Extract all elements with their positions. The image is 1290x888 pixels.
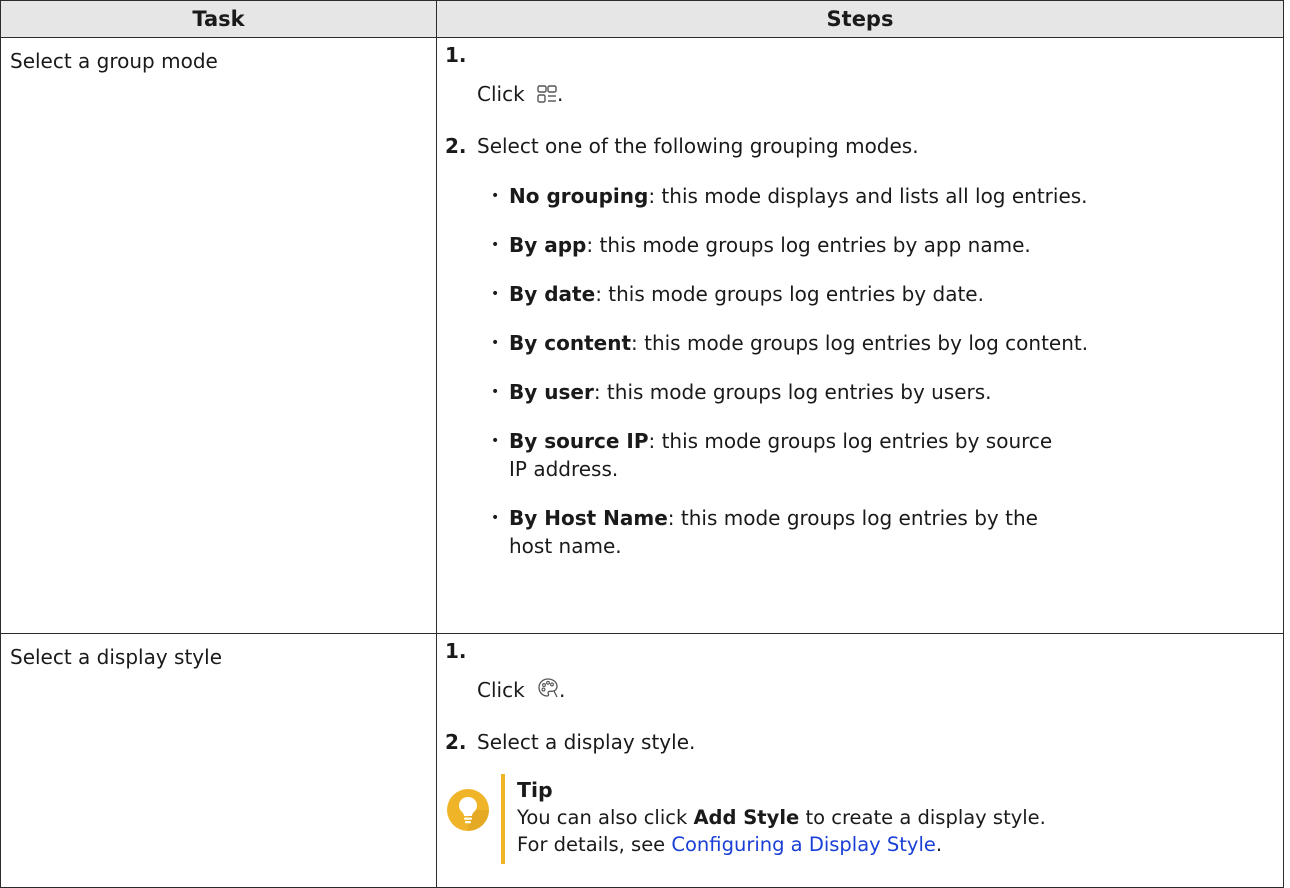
add-style-label: Add Style bbox=[693, 806, 800, 829]
task-cell: Select a group mode bbox=[0, 37, 437, 634]
task-steps-table: Task Steps Select a group mode 1. Click bbox=[0, 0, 1284, 888]
tip-text: . bbox=[935, 833, 943, 856]
tip-line-1: You can also click Add Style to create a… bbox=[517, 804, 1046, 831]
lightbulb-icon bbox=[446, 788, 490, 832]
step-2: 2. Select one of the following grouping … bbox=[437, 132, 1283, 160]
tip-line-2: For details, see Configuring a Display S… bbox=[517, 831, 1046, 858]
list-item: By user: this mode groups log entries by… bbox=[491, 378, 1283, 406]
mode-name: By Host Name bbox=[509, 505, 668, 530]
mode-description: : this mode groups log entries by app na… bbox=[586, 232, 1031, 257]
step-2: 2. Select a display style. bbox=[437, 728, 1283, 756]
step-text: Select a display style. bbox=[477, 730, 696, 754]
palette-icon bbox=[537, 677, 559, 706]
step-punctuation: . bbox=[559, 678, 566, 702]
task-label: Select a group mode bbox=[10, 49, 218, 73]
tip-text: You can also click bbox=[517, 806, 694, 829]
mode-description: : this mode groups log entries by log co… bbox=[631, 330, 1089, 355]
table-row: Select a display style 1. Click . 2. Sel… bbox=[0, 633, 1284, 888]
list-item: By source IP: this mode groups log entri… bbox=[491, 427, 1069, 483]
list-item: By app: this mode groups log entries by … bbox=[491, 231, 1283, 259]
mode-name: By user bbox=[509, 379, 594, 404]
list-item: By date: this mode groups log entries by… bbox=[491, 280, 1283, 308]
list-item: By content: this mode groups log entries… bbox=[491, 329, 1283, 357]
step-text: Select one of the following grouping mod… bbox=[477, 133, 919, 158]
column-header-task: Task bbox=[0, 0, 437, 38]
tip-text: For details, see bbox=[517, 833, 672, 856]
task-cell: Select a display style bbox=[0, 633, 437, 888]
tip-body: Tip You can also click Add Style to crea… bbox=[517, 777, 1046, 858]
mode-name: By date bbox=[509, 281, 596, 306]
steps-cell: 1. Click . bbox=[436, 37, 1284, 634]
group-mode-icon bbox=[537, 82, 557, 110]
task-label: Select a display style bbox=[10, 645, 223, 669]
tip-text: to create a display style. bbox=[799, 806, 1046, 829]
step-number: 2. bbox=[445, 730, 467, 754]
table-row: Select a group mode 1. Click . 2. Select… bbox=[0, 37, 1284, 634]
tip-title: Tip bbox=[517, 778, 553, 802]
table-header-row: Task Steps bbox=[0, 0, 1284, 38]
step-1: 1. Click . bbox=[437, 639, 1283, 706]
step-text: Click bbox=[477, 678, 525, 702]
tip-callout: Tip You can also click Add Style to crea… bbox=[437, 774, 1283, 864]
step-number: 1. bbox=[445, 43, 467, 67]
mode-description: : this mode groups log entries by date. bbox=[595, 281, 984, 306]
grouping-modes-list: No grouping: this mode displays and list… bbox=[437, 182, 1283, 560]
list-item: By Host Name: this mode groups log entri… bbox=[491, 504, 1069, 560]
list-item: No grouping: this mode displays and list… bbox=[491, 182, 1283, 210]
mode-description: : this mode groups log entries by users. bbox=[593, 379, 992, 404]
mode-name: By app bbox=[509, 232, 587, 257]
mode-description: : this mode displays and lists all log e… bbox=[648, 183, 1088, 208]
column-header-steps: Steps bbox=[436, 0, 1284, 38]
step-number: 1. bbox=[445, 639, 467, 663]
configuring-display-style-link[interactable]: Configuring a Display Style bbox=[671, 833, 936, 856]
mode-name: By source IP bbox=[509, 428, 649, 453]
steps-cell: 1. Click . bbox=[436, 633, 1284, 888]
step-1: 1. Click . bbox=[437, 43, 1283, 110]
step-punctuation: . bbox=[557, 82, 564, 106]
step-text: Click bbox=[477, 82, 525, 106]
mode-name: No grouping bbox=[509, 183, 649, 208]
mode-name: By content bbox=[509, 330, 632, 355]
step-number: 2. bbox=[445, 133, 467, 158]
tip-accent-bar bbox=[501, 774, 505, 864]
